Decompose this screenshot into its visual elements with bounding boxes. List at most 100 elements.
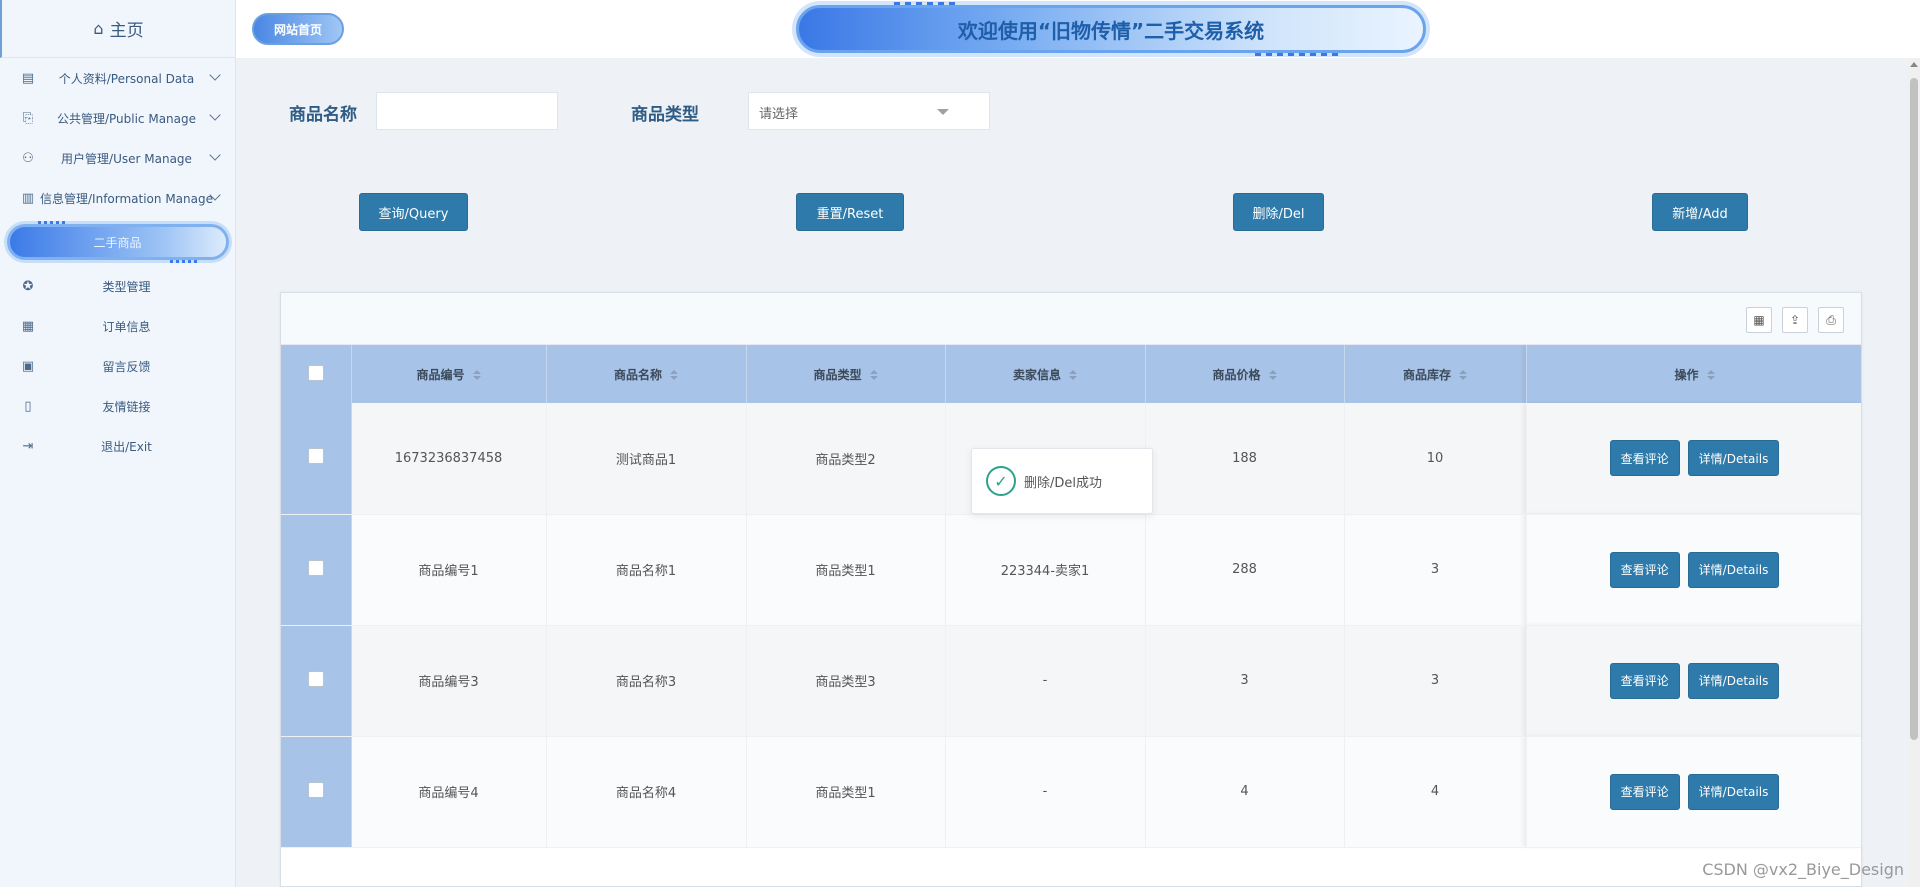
sidebar-item-user-manage[interactable]: ⚇ 用户管理/User Manage: [0, 138, 235, 178]
header-label: 商品编号: [416, 367, 465, 382]
cell-type: 商品类型3: [746, 625, 946, 737]
sidebar-item-links[interactable]: ▯ 友情链接: [0, 386, 235, 426]
watermark: CSDN @vx2_Biye_Design: [1702, 860, 1904, 879]
cell-id: 商品编号3: [351, 625, 547, 737]
col-header-name[interactable]: 商品名称: [546, 345, 747, 403]
sidebar-item-exit[interactable]: ⇥ 退出/Exit: [0, 426, 235, 466]
col-header-id[interactable]: 商品编号: [351, 345, 547, 403]
delete-button[interactable]: 删除/Del: [1233, 193, 1324, 231]
scroll-up-icon[interactable]: [1910, 62, 1918, 67]
decor-dots: [1255, 53, 1338, 56]
table-row: 商品编号4 商品名称4 商品类型1 - 4 4 查看评论 详情/Details: [281, 736, 1861, 848]
cell-actions: 查看评论 详情/Details: [1526, 625, 1861, 737]
view-comments-button[interactable]: 查看评论: [1609, 551, 1680, 588]
col-header-actions[interactable]: 操作: [1526, 345, 1861, 403]
sort-icon: [869, 370, 878, 380]
cell-id: 商品编号1: [351, 514, 547, 626]
col-header-stock[interactable]: 商品库存: [1344, 345, 1527, 403]
product-type-label: 商品类型: [631, 105, 699, 125]
row-select-cell: [281, 403, 352, 515]
details-button[interactable]: 详情/Details: [1687, 551, 1780, 588]
header-label: 商品名称: [613, 367, 662, 382]
cell-actions: 查看评论 详情/Details: [1526, 514, 1861, 626]
col-header-price[interactable]: 商品价格: [1145, 345, 1345, 403]
sidebar-home[interactable]: ⌂ 主页: [0, 0, 235, 58]
col-header-seller[interactable]: 卖家信息: [945, 345, 1146, 403]
print-icon[interactable]: ⎙: [1818, 307, 1844, 333]
product-type-select[interactable]: 请选择: [748, 92, 990, 130]
sidebar-home-label: 主页: [109, 21, 144, 41]
sidebar-item-type-manage[interactable]: ✪ 类型管理: [0, 266, 235, 306]
details-button[interactable]: 详情/Details: [1687, 440, 1780, 477]
sidebar-item-label: 个人资料/Personal Data: [58, 71, 195, 86]
caret-down-icon: [937, 109, 949, 115]
col-header-type[interactable]: 商品类型: [746, 345, 946, 403]
decor-dots: [38, 221, 65, 224]
view-comments-button[interactable]: 查看评论: [1609, 773, 1680, 810]
row-checkbox[interactable]: [307, 448, 324, 465]
welcome-banner: 欢迎使用“旧物传情”二手交易系统: [796, 2, 1426, 56]
sidebar-item-personal-data[interactable]: ▤ 个人资料/Personal Data: [0, 58, 235, 98]
sidebar-item-secondhand-goods[interactable]: 二手商品: [6, 224, 229, 260]
row-select-cell: [281, 625, 352, 737]
cell-type: 商品类型1: [746, 514, 946, 626]
view-comments-button[interactable]: 查看评论: [1609, 662, 1680, 699]
cell-id: 商品编号4: [351, 736, 547, 848]
book-icon: ▯: [24, 398, 32, 414]
view-comments-button[interactable]: 查看评论: [1609, 440, 1680, 477]
sidebar-item-public-manage[interactable]: ⎘ 公共管理/Public Manage: [0, 98, 235, 138]
cell-price: 188: [1145, 403, 1345, 515]
sort-icon: [1459, 370, 1467, 380]
cell-type: 商品类型1: [746, 736, 946, 848]
logout-icon: ⇥: [22, 438, 34, 454]
top-bar: 网站首页 欢迎使用“旧物传情”二手交易系统: [236, 0, 1920, 58]
select-all-header: [281, 345, 352, 403]
select-all-checkbox[interactable]: [307, 364, 324, 381]
details-button[interactable]: 详情/Details: [1687, 773, 1780, 810]
sidebar-item-orders[interactable]: ▦ 订单信息: [0, 306, 235, 346]
sidebar-item-label: 类型管理: [102, 279, 151, 294]
cell-price: 288: [1145, 514, 1345, 626]
add-button[interactable]: 新增/Add: [1652, 193, 1748, 231]
header-label: 商品库存: [1402, 367, 1451, 382]
cell-price: 4: [1145, 736, 1345, 848]
cell-actions: 查看评论 详情/Details: [1526, 403, 1861, 515]
reset-button[interactable]: 重置/Reset: [796, 193, 904, 231]
columns-icon[interactable]: ▦: [1746, 307, 1772, 333]
sidebar-item-feedback[interactable]: ▣ 留言反馈: [0, 346, 235, 386]
header-label: 商品价格: [1212, 367, 1261, 382]
scrollbar-thumb[interactable]: [1910, 78, 1918, 740]
decor-dots: [894, 2, 955, 5]
cell-seller: 223344-卖家1: [945, 514, 1146, 626]
export-icon[interactable]: ⇪: [1782, 307, 1808, 333]
product-type-placeholder: 请选择: [759, 107, 799, 122]
sort-icon: [1706, 370, 1715, 380]
cell-stock: 10: [1344, 403, 1527, 515]
product-name-input[interactable]: [376, 92, 558, 130]
cell-name: 商品名称4: [546, 736, 747, 848]
site-home-button[interactable]: 网站首页: [252, 13, 344, 45]
cell-seller: -: [945, 736, 1146, 848]
table-row: 商品编号1 商品名称1 商品类型1 223344-卖家1 288 3 查看评论详…: [281, 514, 1861, 626]
row-checkbox[interactable]: [307, 670, 324, 687]
user-manage-icon: ⚇: [22, 150, 34, 166]
header-label: 卖家信息: [1012, 367, 1061, 382]
row-checkbox[interactable]: [307, 781, 324, 798]
product-name-label: 商品名称: [289, 105, 357, 125]
cell-price: 3: [1145, 625, 1345, 737]
clipboard-icon: ⎘: [22, 110, 34, 126]
cell-name: 商品名称3: [546, 625, 747, 737]
cell-type: 商品类型2: [746, 403, 946, 515]
query-button[interactable]: 查询/Query: [359, 193, 468, 231]
profile-icon: ▤: [21, 70, 35, 86]
cell-stock: 3: [1344, 514, 1527, 626]
cell-stock: 4: [1344, 736, 1527, 848]
details-button[interactable]: 详情/Details: [1687, 662, 1780, 699]
row-checkbox[interactable]: [307, 559, 324, 576]
sidebar-item-information-manage[interactable]: ▥ 信息管理/Information Manage: [0, 178, 235, 218]
sidebar: ⌂ 主页 ▤ 个人资料/Personal Data ⎘ 公共管理/Public …: [0, 0, 236, 887]
banner-title: 欢迎使用“旧物传情”二手交易系统: [957, 18, 1265, 43]
badge-icon: ✪: [22, 278, 34, 294]
page-scrollbar[interactable]: [1908, 58, 1920, 887]
sidebar-item-label: 用户管理/User Manage: [61, 151, 192, 166]
